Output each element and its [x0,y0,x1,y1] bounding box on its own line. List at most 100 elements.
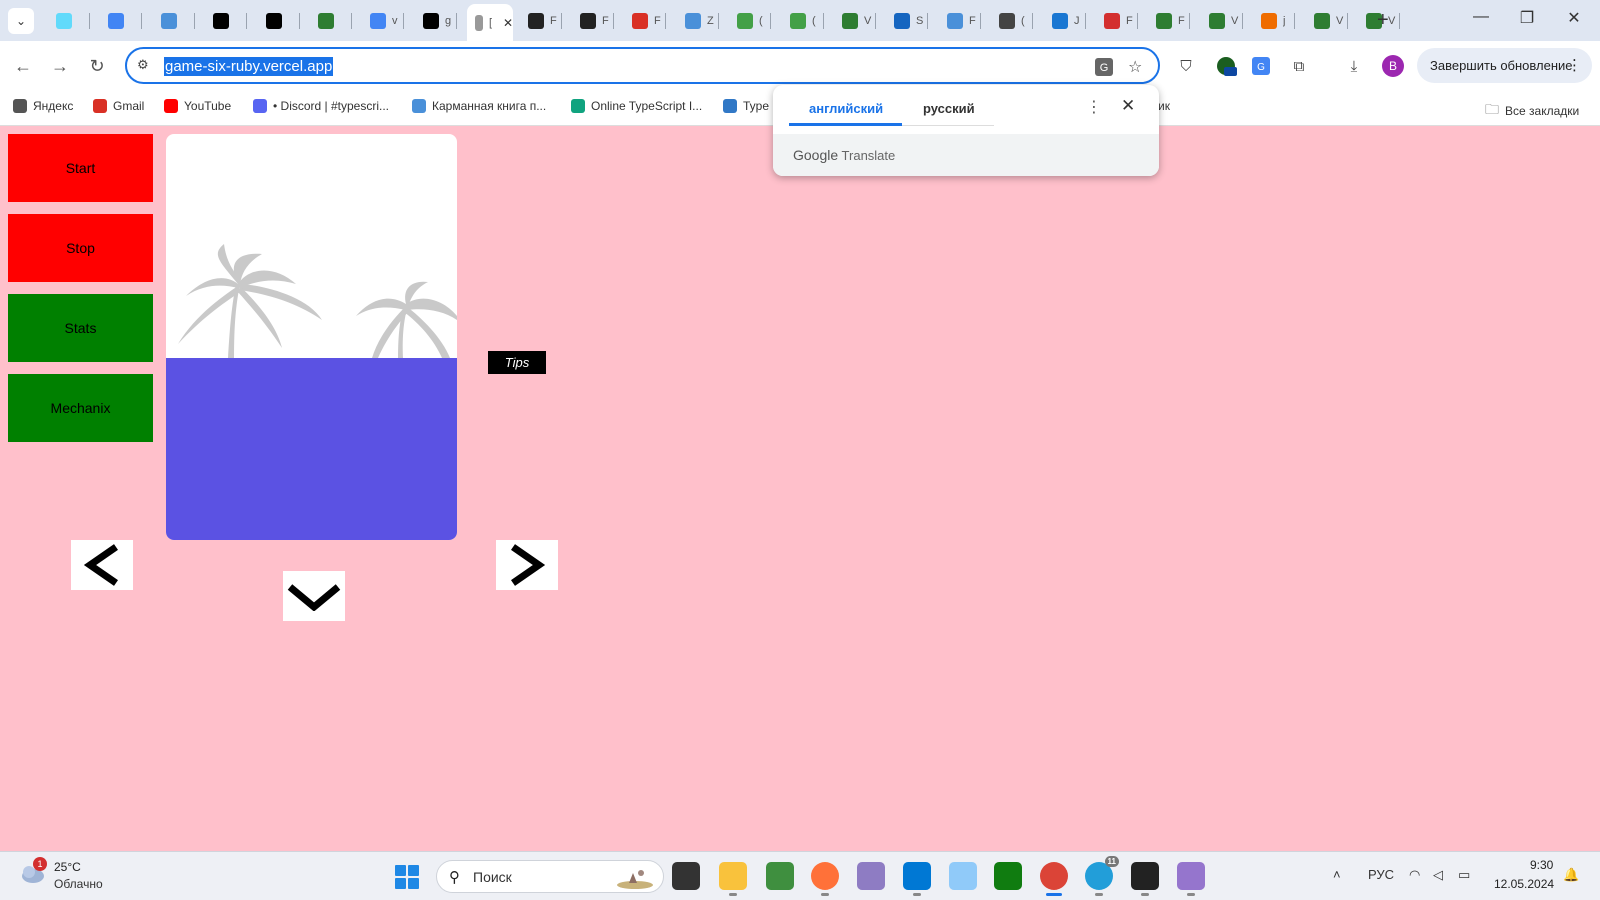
bookmark-item[interactable]: Online TypeScript I... [571,99,702,113]
firefox-icon[interactable] [811,862,839,896]
extensions-puzzle-icon[interactable]: ⧉ [1288,55,1310,77]
chevron-up-icon[interactable]: ˄ [1333,867,1341,882]
mechanix-button[interactable]: Mechanix [8,374,153,442]
weather-description[interactable]: Облачно [54,877,103,891]
browser-tab[interactable]: F [572,8,614,34]
browser-tab[interactable]: F [1148,8,1190,34]
back-button[interactable]: ← [10,53,36,79]
volume-icon[interactable]: ◁ [1433,867,1443,883]
minimize-button[interactable]: — [1466,8,1496,26]
browser-tab[interactable] [310,8,352,34]
node-app-icon[interactable] [766,862,794,890]
browser-tab[interactable] [205,8,247,34]
browser-tab[interactable]: F [939,8,981,34]
start-button[interactable]: Start [8,134,153,202]
clock-date[interactable]: 12.05.2024 [1494,877,1554,891]
forward-button[interactable]: → [47,53,73,79]
taskbar-search[interactable]: ⚲ Поиск [436,860,664,893]
browser-tab[interactable]: g [415,8,457,34]
close-translate-icon[interactable]: ✕ [1121,96,1135,116]
tab-separator [1242,13,1243,29]
bookmark-item[interactable]: Type [723,99,769,113]
gem-app-icon[interactable] [1177,862,1205,896]
bookmark-item[interactable]: ик [1158,99,1170,113]
bookmark-item[interactable]: Яндекс [13,99,73,113]
xbox-icon[interactable] [994,862,1022,890]
profile-avatar[interactable]: B [1382,55,1404,77]
active-tab[interactable]: [✕ [467,4,513,41]
bookmark-item[interactable]: Карманная книга п... [412,99,546,113]
weather-temperature[interactable]: 25°C [54,860,81,874]
downloads-icon[interactable]: ⤓ [1343,55,1365,77]
telegram-icon[interactable]: 11 [1085,856,1119,896]
browser-tab[interactable]: S [886,8,928,34]
close-tab-icon[interactable]: ✕ [503,16,513,30]
bookmark-item[interactable]: YouTube [164,99,231,113]
browser-tab[interactable]: V [834,8,876,34]
file-explorer-icon[interactable] [719,862,747,896]
terminal-icon[interactable] [1131,862,1159,896]
notification-bell-icon[interactable]: 🔔 [1563,867,1579,883]
browser-tab[interactable]: V [1201,8,1243,34]
keyboard-language[interactable]: РУС [1368,867,1394,882]
nextjs-icon [213,13,229,29]
task-view-icon[interactable] [672,862,700,890]
browser-tab[interactable] [153,8,195,34]
battery-icon[interactable]: ▭ [1458,867,1470,883]
browser-tab[interactable]: J [1044,8,1086,34]
wifi-icon[interactable]: ◠ [1409,867,1420,883]
tab-title: F [550,15,557,27]
bookmark-item[interactable]: Gmail [93,99,144,113]
update-button[interactable]: Завершить обновление ⋮ [1417,48,1592,83]
windows-start-button[interactable] [395,865,419,889]
bookmark-item[interactable]: • Discord | #typescri... [253,99,389,113]
browser-tab[interactable]: ( [991,8,1033,34]
translate-page-icon[interactable]: G [1094,57,1114,82]
address-bar[interactable]: ⚙ game-six-ruby.vercel.app G ☆ [125,47,1160,84]
browser-tab[interactable] [48,8,90,34]
extension-icon [412,99,426,113]
browser-tab[interactable]: ( [729,8,771,34]
running-indicator [821,893,829,896]
new-tab-button[interactable]: + [1377,8,1389,32]
all-bookmarks-button[interactable]: 🗀 Все закладки [1485,99,1579,123]
browser-tab[interactable]: F [624,8,666,34]
browser-tab[interactable] [100,8,142,34]
browser-tab[interactable]: V [1306,8,1348,34]
browser-tab[interactable]: v [362,8,404,34]
browser-tab[interactable]: ( [782,8,824,34]
target-language-tab[interactable]: русский [923,101,975,116]
browser-tab[interactable]: j [1253,8,1295,34]
left-arrow-button[interactable] [71,540,133,590]
vscode-icon[interactable] [903,862,931,896]
url-text[interactable]: game-six-ruby.vercel.app [164,57,334,76]
browser-tab[interactable]: Z [677,8,719,34]
start-tile [395,865,406,876]
site-info-icon[interactable]: ⚙ [137,57,149,73]
source-language-tab[interactable]: английский [809,101,883,116]
camera-app-icon[interactable] [949,862,977,890]
tab-search-button[interactable]: ⌄ [8,8,34,34]
shield-extension-icon[interactable]: ⛉ [1175,55,1197,77]
close-window-button[interactable]: ✕ [1559,8,1589,28]
restore-button[interactable]: ❐ [1512,8,1542,28]
palm-trees-icon [178,244,457,358]
browser-tab[interactable] [258,8,300,34]
bookmark-star-icon[interactable]: ☆ [1128,57,1142,77]
right-arrow-button[interactable] [496,540,558,590]
gem-app-icon[interactable] [857,862,885,890]
menu-dots-icon[interactable]: ⋮ [1567,56,1582,74]
translate-extension-icon[interactable]: G [1250,55,1272,77]
stats-button[interactable]: Stats [8,294,153,362]
reload-button[interactable]: ↻ [84,53,110,79]
tips-button[interactable]: Tips [488,351,546,374]
browser-tab[interactable]: F [520,8,562,34]
clock-time[interactable]: 9:30 [1530,858,1553,872]
vpn-extension-icon[interactable] [1215,55,1237,77]
translate-options-icon[interactable]: ⋮ [1086,97,1102,117]
down-arrow-button[interactable] [283,571,345,621]
chrome-icon[interactable] [1040,862,1068,896]
browser-tab[interactable]: F [1096,8,1138,34]
stop-button[interactable]: Stop [8,214,153,282]
game-canvas[interactable] [166,134,457,540]
